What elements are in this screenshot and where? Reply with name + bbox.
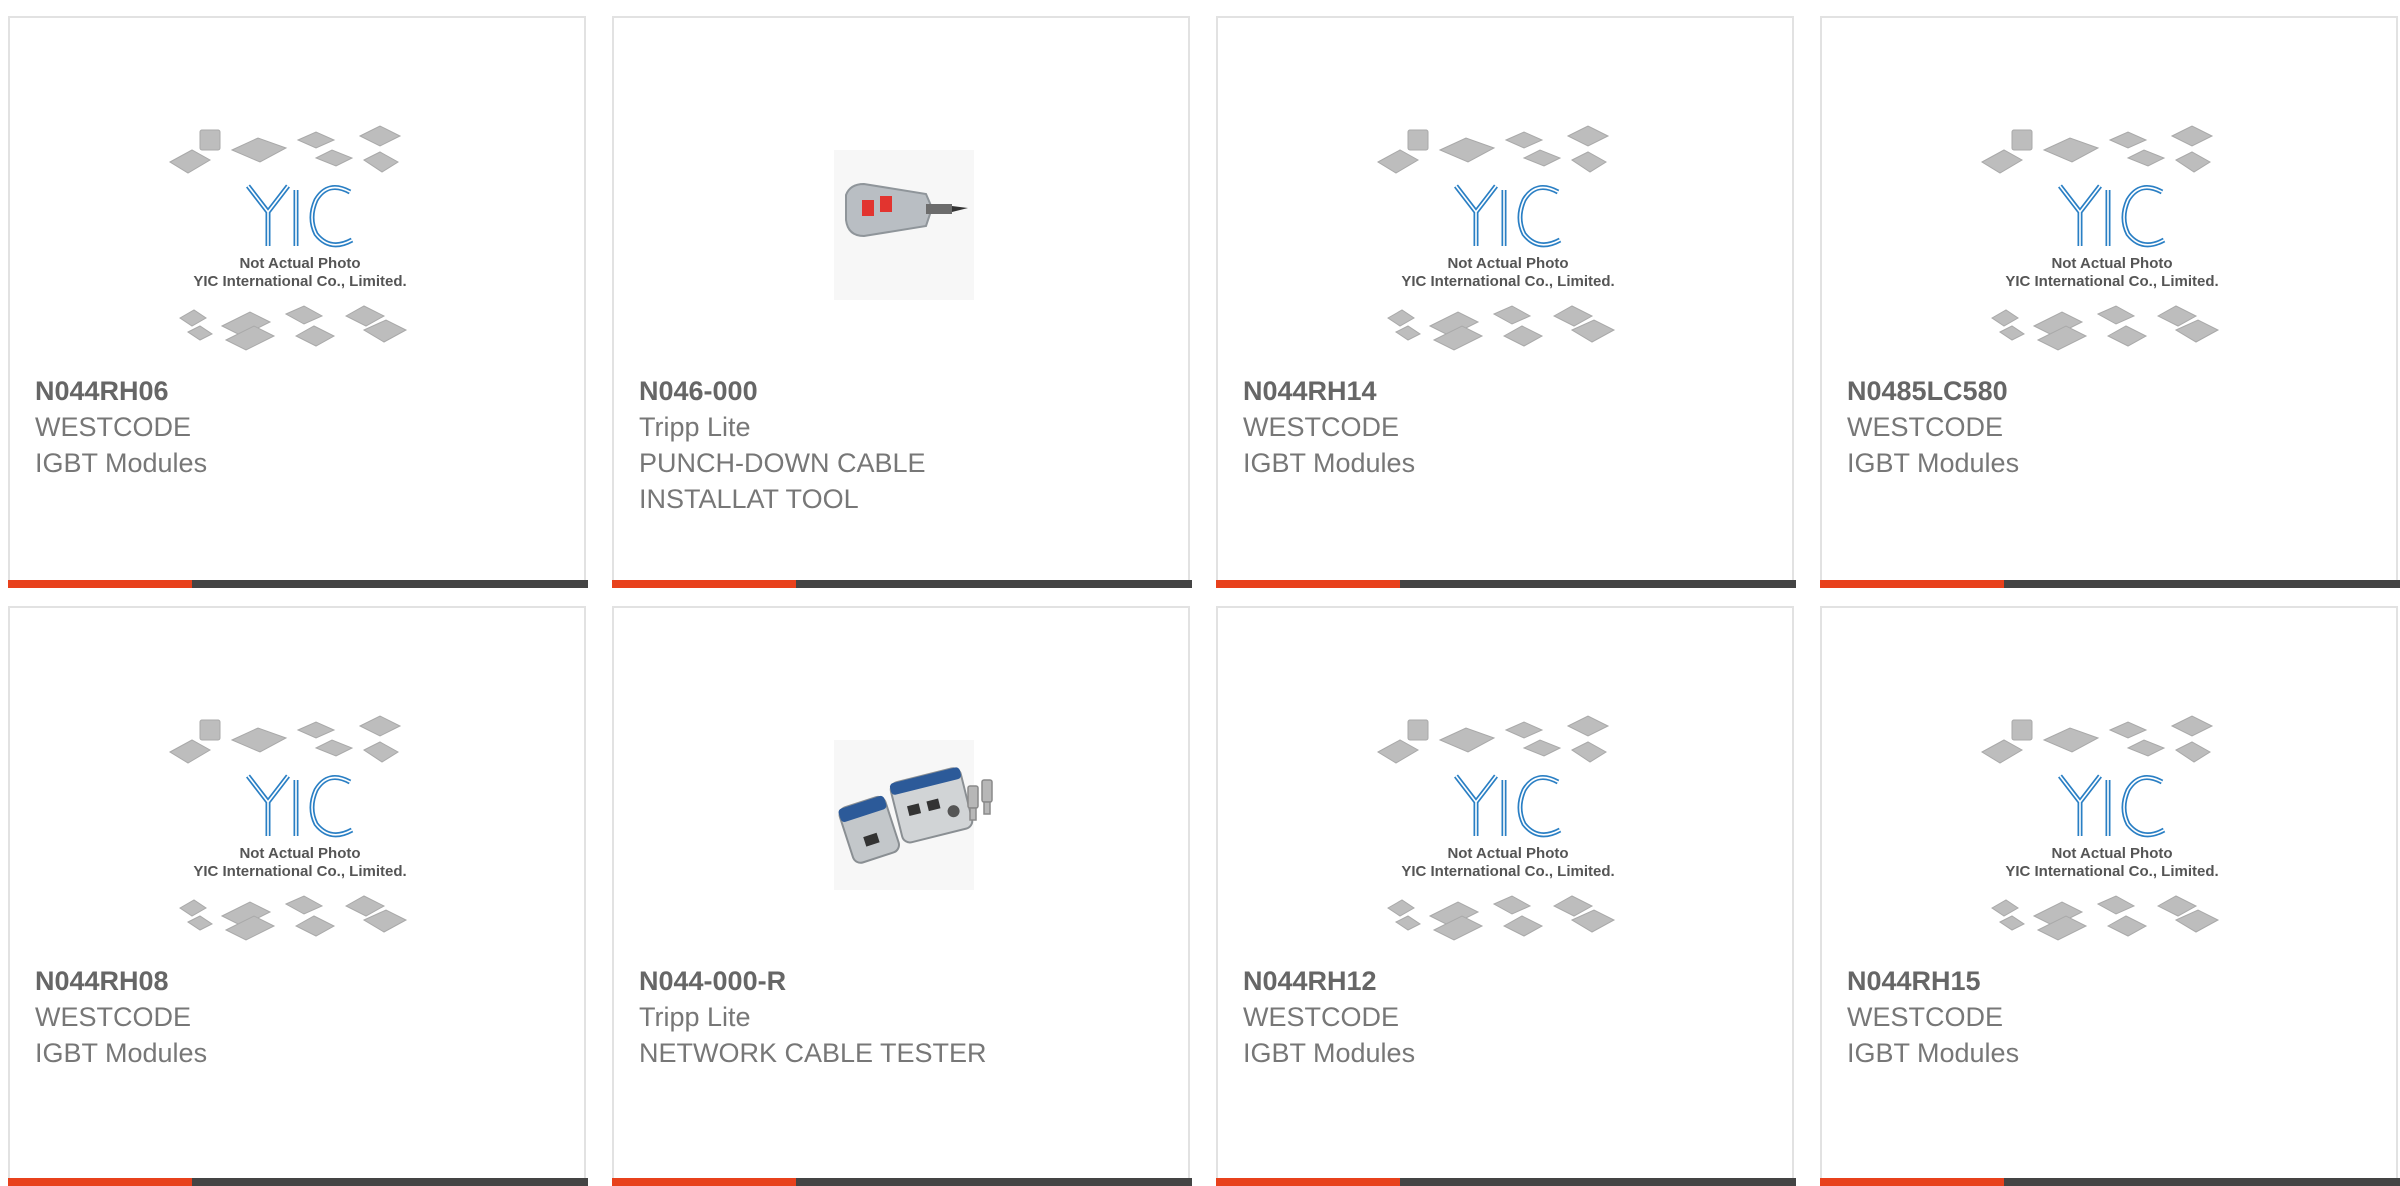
product-info: N044RH14 WESTCODE IGBT Modules: [1243, 373, 1772, 481]
part-number-link[interactable]: N0485LC580: [1847, 373, 2376, 409]
card-accent-bar: [612, 1178, 1192, 1186]
product-description: INSTALLAT TOOL: [639, 484, 859, 514]
placeholder-image: Not Actual Photo YIC International Co., …: [1981, 125, 2220, 351]
card-accent-bar: [1820, 1178, 2400, 1186]
product-grid: Not Actual Photo YIC International Co., …: [0, 0, 2400, 1186]
product-description: IGBT Modules: [1847, 1038, 2020, 1068]
product-card[interactable]: Not Actual Photo YIC International Co., …: [1216, 606, 1796, 1186]
placeholder-caption: Not Actual Photo: [239, 255, 360, 272]
part-number-link[interactable]: N044RH14: [1243, 373, 1772, 409]
product-card[interactable]: Not Actual Photo YIC International Co., …: [8, 606, 588, 1186]
placeholder-caption: Not Actual Photo: [1447, 255, 1568, 272]
placeholder-caption: Not Actual Photo: [2051, 255, 2172, 272]
placeholder-caption: Not Actual Photo: [2051, 845, 2172, 862]
product-image[interactable]: Not Actual Photo YIC International Co., …: [1358, 690, 1658, 950]
card-accent-bar: [612, 580, 1192, 588]
placeholder-company: YIC International Co., Limited.: [193, 863, 406, 880]
product-info: N046-000 Tripp Lite PUNCH-DOWN CABLE INSTAL…: [639, 373, 1168, 517]
card-accent-highlight: [8, 580, 192, 588]
punch-down-tool-image: [834, 150, 974, 300]
card-accent-bar: [1216, 1178, 1796, 1186]
placeholder-caption: Not Actual Photo: [1447, 845, 1568, 862]
card-accent-highlight: [612, 1178, 796, 1186]
product-description: IGBT Modules: [35, 1038, 208, 1068]
product-description: IGBT Modules: [1847, 448, 2020, 478]
placeholder-image: Not Actual Photo YIC International Co., …: [169, 125, 408, 351]
placeholder-company: YIC International Co., Limited.: [2005, 863, 2218, 880]
product-image[interactable]: [754, 690, 1054, 950]
product-card[interactable]: Not Actual Photo YIC International Co., …: [8, 16, 588, 588]
placeholder-company: YIC International Co., Limited.: [2005, 273, 2218, 290]
product-card[interactable]: Not Actual Photo YIC International Co., …: [1820, 16, 2400, 588]
placeholder-image: Not Actual Photo YIC International Co., …: [1377, 715, 1616, 941]
brand-name: WESTCODE: [1847, 1002, 2004, 1032]
product-info: N044RH15 WESTCODE IGBT Modules: [1847, 963, 2376, 1071]
part-number-link[interactable]: N044RH15: [1847, 963, 2376, 999]
product-image[interactable]: Not Actual Photo YIC International Co., …: [1962, 690, 2262, 950]
placeholder-image: Not Actual Photo YIC International Co., …: [1377, 125, 1616, 351]
card-accent-highlight: [8, 1178, 192, 1186]
brand-name: Tripp Lite: [639, 412, 751, 442]
placeholder-company: YIC International Co., Limited.: [1401, 273, 1614, 290]
product-description: IGBT Modules: [1243, 448, 1416, 478]
part-number-link[interactable]: N044-000-R: [639, 963, 1168, 999]
product-card[interactable]: N046-000 Tripp Lite PUNCH-DOWN CABLE INSTAL…: [612, 16, 1192, 588]
placeholder-image: Not Actual Photo YIC International Co., …: [169, 715, 408, 941]
brand-name: WESTCODE: [1847, 412, 2004, 442]
card-accent-highlight: [1216, 580, 1400, 588]
card-accent-bar: [8, 580, 588, 588]
product-info: N044RH08 WESTCODE IGBT Modules: [35, 963, 564, 1071]
product-image[interactable]: Not Actual Photo YIC International Co., …: [150, 690, 450, 950]
product-description: NETWORK CABLE TESTER: [639, 1038, 987, 1068]
product-info: N044RH12 WESTCODE IGBT Modules: [1243, 963, 1772, 1071]
brand-name: WESTCODE: [1243, 1002, 1400, 1032]
card-accent-highlight: [1820, 580, 2004, 588]
product-info: N044-000-R Tripp Lite NETWORK CABLE TESTER: [639, 963, 1168, 1071]
product-card[interactable]: Not Actual Photo YIC International Co., …: [1820, 606, 2400, 1186]
card-accent-highlight: [612, 580, 796, 588]
placeholder-image: Not Actual Photo YIC International Co., …: [1981, 715, 2220, 941]
product-description: IGBT Modules: [1243, 1038, 1416, 1068]
card-accent-bar: [1216, 580, 1796, 588]
part-number-link[interactable]: N044RH06: [35, 373, 564, 409]
placeholder-caption: Not Actual Photo: [239, 845, 360, 862]
card-accent-highlight: [1820, 1178, 2004, 1186]
card-accent-bar: [1820, 580, 2400, 588]
card-accent-bar: [8, 1178, 588, 1186]
brand-name: Tripp Lite: [639, 1002, 751, 1032]
product-info: N044RH06 WESTCODE IGBT Modules: [35, 373, 564, 481]
product-card[interactable]: N044-000-R Tripp Lite NETWORK CABLE TESTER: [612, 606, 1192, 1186]
placeholder-company: YIC International Co., Limited.: [193, 273, 406, 290]
product-card[interactable]: Not Actual Photo YIC International Co., …: [1216, 16, 1796, 588]
card-accent-highlight: [1216, 1178, 1400, 1186]
brand-name: WESTCODE: [1243, 412, 1400, 442]
product-image[interactable]: [754, 100, 1054, 360]
part-number-link[interactable]: N044RH12: [1243, 963, 1772, 999]
cable-tester-image: [834, 740, 993, 890]
product-image[interactable]: Not Actual Photo YIC International Co., …: [1962, 100, 2262, 360]
placeholder-company: YIC International Co., Limited.: [1401, 863, 1614, 880]
product-description: PUNCH-DOWN CABLE: [639, 448, 926, 478]
product-image[interactable]: Not Actual Photo YIC International Co., …: [150, 100, 450, 360]
part-number-link[interactable]: N044RH08: [35, 963, 564, 999]
product-info: N0485LC580 WESTCODE IGBT Modules: [1847, 373, 2376, 481]
brand-name: WESTCODE: [35, 412, 192, 442]
brand-name: WESTCODE: [35, 1002, 192, 1032]
product-description: IGBT Modules: [35, 448, 208, 478]
part-number-link[interactable]: N046-000: [639, 373, 1168, 409]
product-image[interactable]: Not Actual Photo YIC International Co., …: [1358, 100, 1658, 360]
